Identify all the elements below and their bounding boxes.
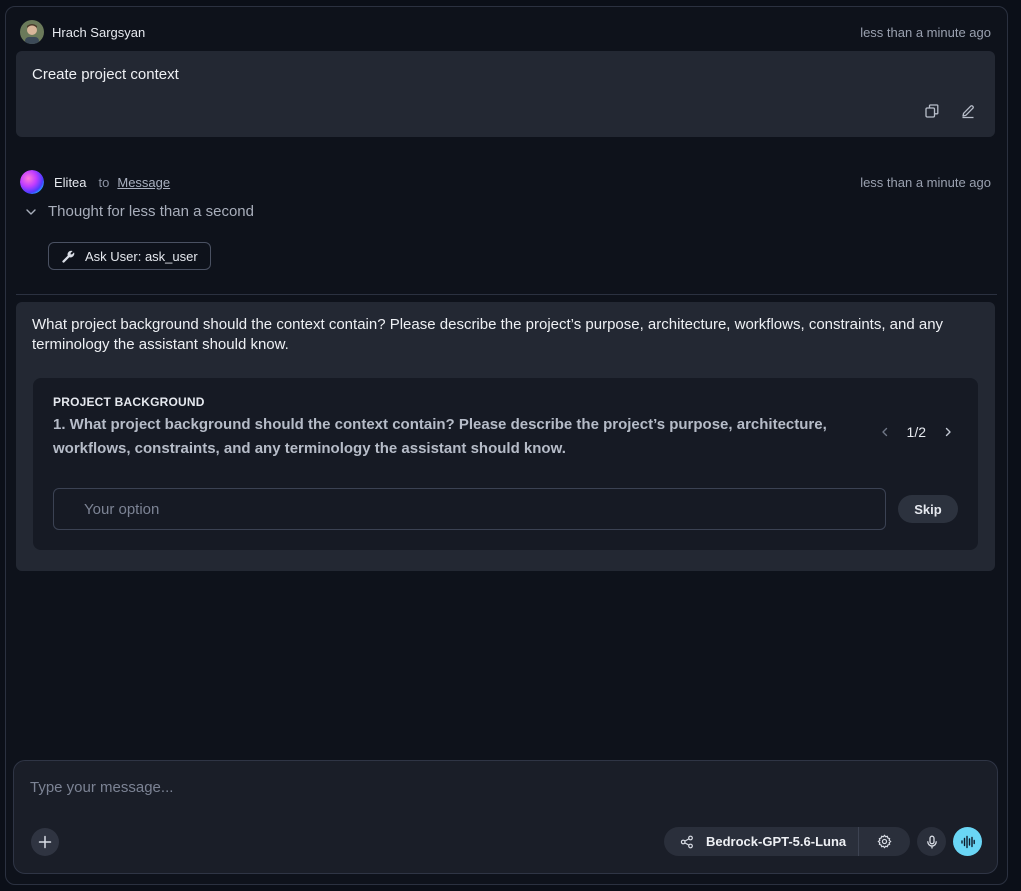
assistant-message-text: What project background should the conte… (32, 316, 944, 353)
wrench-icon (61, 249, 76, 264)
voice-wave-icon[interactable] (953, 827, 982, 856)
section-divider (16, 294, 997, 295)
user-name: Hrach Sargsyan (52, 24, 146, 40)
mic-icon[interactable] (917, 827, 946, 856)
tool-call-label: Ask User: ask_user (85, 248, 198, 264)
assistant-message-bubble: What project background should the conte… (16, 302, 995, 571)
ask-user-question-card: PROJECT BACKGROUND 1. What project backg… (33, 378, 978, 550)
assistant-message-time: less than a minute ago (860, 174, 991, 190)
assistant-name: Elitea (54, 174, 87, 190)
plus-icon[interactable] (31, 828, 59, 856)
message-target-link[interactable]: Message (117, 175, 170, 190)
share-icon (680, 835, 694, 849)
skip-button[interactable]: Skip (898, 495, 958, 523)
model-selector-pill: Bedrock-GPT-5.6-Luna (664, 827, 910, 856)
chat-panel: Hrach Sargsyan less than a minute ago Cr… (5, 6, 1008, 885)
thought-label: Thought for less than a second (48, 203, 254, 220)
message-input[interactable] (30, 775, 970, 799)
model-name: Bedrock-GPT-5.6-Luna (706, 834, 847, 849)
chevron-down-icon (24, 205, 38, 219)
edit-icon[interactable] (959, 102, 977, 120)
question-section-title: PROJECT BACKGROUND (53, 395, 205, 409)
assistant-avatar (20, 170, 44, 194)
question-text: 1. What project background should the co… (53, 416, 827, 457)
user-message-text: Create project context (32, 66, 179, 83)
thought-toggle[interactable]: Thought for less than a second (24, 203, 254, 220)
copy-icon[interactable] (923, 102, 941, 120)
user-message-bubble: Create project context (16, 51, 995, 137)
message-composer: Bedrock-GPT-5.6-Luna (13, 760, 998, 874)
assistant-message-header: Elitea to Message less than a minute ago (20, 169, 991, 195)
pager-count: 1/2 (906, 424, 926, 440)
option-input[interactable] (53, 488, 886, 530)
tool-call-chip[interactable]: Ask User: ask_user (48, 242, 211, 270)
gear-icon[interactable] (859, 827, 909, 856)
question-pager: 1/2 (879, 424, 954, 440)
user-avatar (20, 20, 44, 44)
user-message-time: less than a minute ago (860, 24, 991, 40)
user-message-header: Hrach Sargsyan less than a minute ago (20, 19, 991, 45)
to-label: to (98, 174, 110, 190)
chevron-left-icon[interactable] (879, 426, 891, 438)
message-actions (923, 102, 977, 120)
model-select-button[interactable]: Bedrock-GPT-5.6-Luna (664, 827, 858, 856)
chevron-right-icon[interactable] (942, 426, 954, 438)
